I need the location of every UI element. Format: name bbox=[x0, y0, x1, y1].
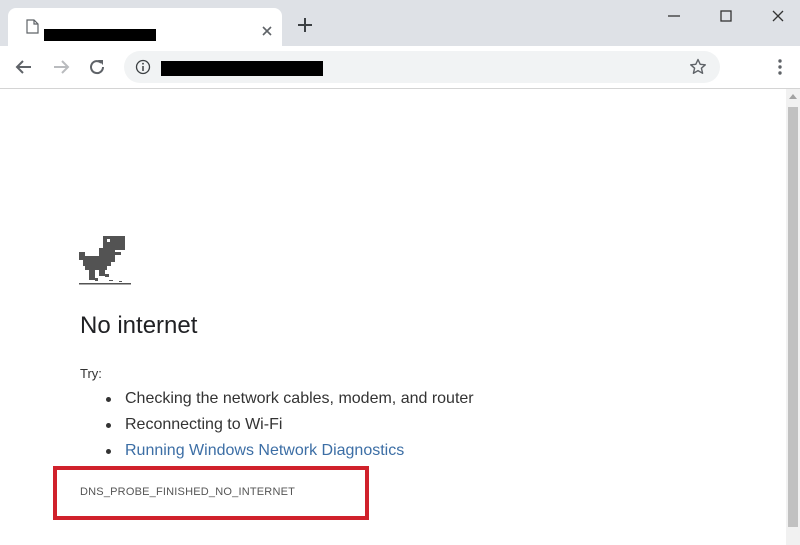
browser-toolbar bbox=[0, 46, 800, 89]
back-arrow-icon[interactable] bbox=[14, 57, 34, 77]
page-icon bbox=[26, 19, 39, 34]
dinosaur-icon bbox=[79, 236, 131, 285]
page-heading: No internet bbox=[80, 312, 198, 339]
reload-icon[interactable] bbox=[87, 57, 107, 77]
close-icon[interactable] bbox=[260, 24, 274, 38]
tab-strip bbox=[0, 0, 800, 46]
forward-arrow-icon[interactable] bbox=[51, 57, 71, 77]
error-code: DNS_PROBE_FINISHED_NO_INTERNET bbox=[80, 486, 296, 498]
diagnostics-link[interactable]: Running Windows Network Diagnostics bbox=[125, 442, 404, 459]
browser-tab[interactable] bbox=[8, 8, 282, 46]
address-bar[interactable] bbox=[124, 51, 720, 83]
kebab-menu-icon[interactable] bbox=[772, 57, 788, 77]
plus-icon[interactable] bbox=[296, 16, 314, 34]
minimize-icon[interactable] bbox=[664, 6, 684, 26]
try-label: Try: bbox=[80, 366, 102, 381]
suggestion-item: Checking the network cables, modem, and … bbox=[104, 388, 474, 414]
scrollbar-thumb[interactable] bbox=[788, 107, 798, 527]
vertical-scrollbar[interactable] bbox=[786, 89, 800, 545]
suggestion-item: Reconnecting to Wi-Fi bbox=[104, 414, 474, 440]
suggestions-list: Checking the network cables, modem, and … bbox=[104, 388, 474, 466]
window-close-icon[interactable] bbox=[768, 6, 788, 26]
suggestion-item: Running Windows Network Diagnostics bbox=[104, 440, 474, 466]
tab-title-redacted bbox=[44, 29, 156, 41]
scroll-up-arrow-icon[interactable] bbox=[789, 93, 797, 99]
info-icon[interactable] bbox=[135, 59, 151, 75]
maximize-icon[interactable] bbox=[716, 6, 736, 26]
star-icon[interactable] bbox=[688, 57, 708, 77]
url-redacted bbox=[161, 61, 323, 76]
